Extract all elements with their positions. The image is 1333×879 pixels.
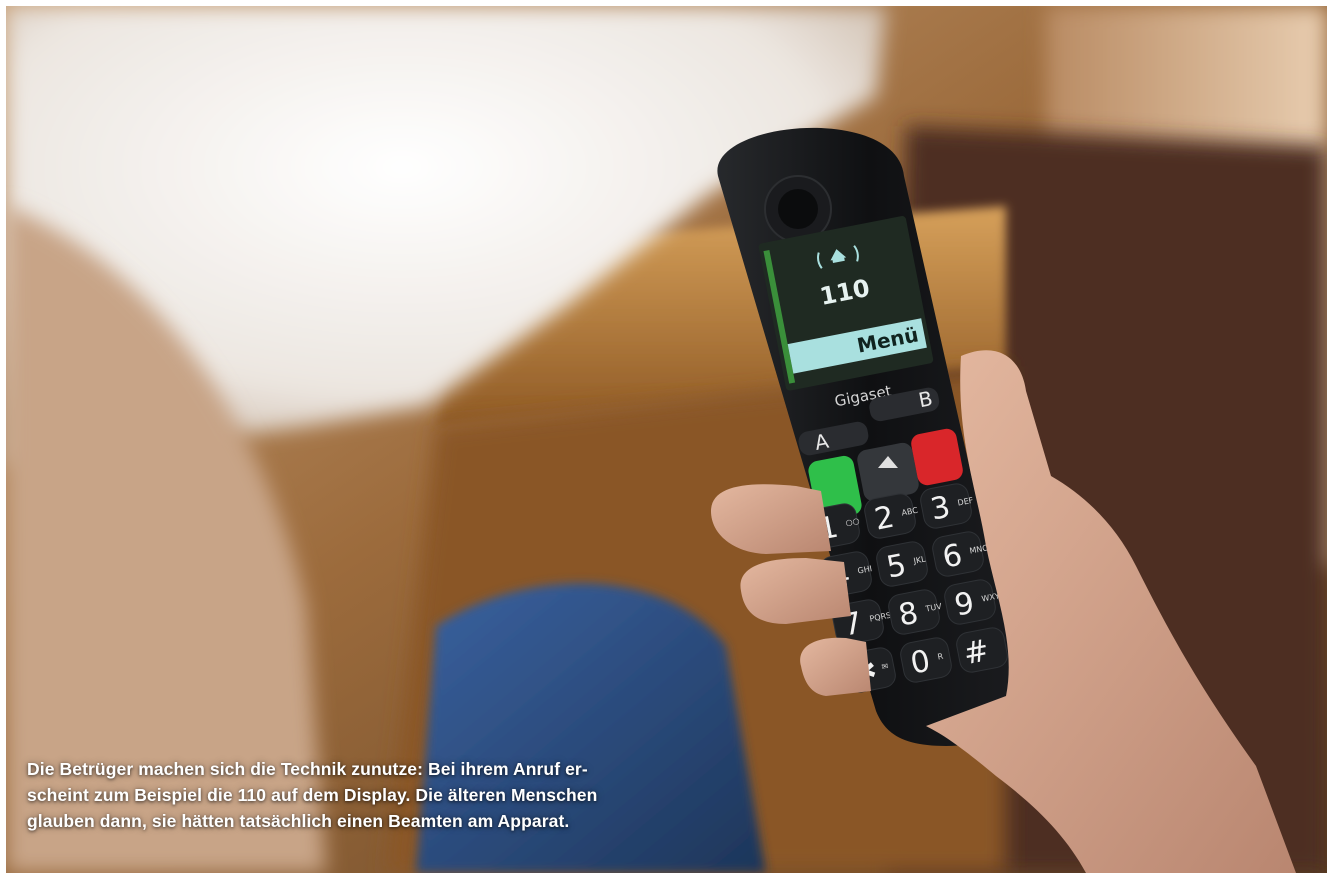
caption-line-3: glauben dann, sie hätten tatsächlich ein… [27, 811, 570, 831]
photo-caption: Die Betrüger machen sich die Technik zun… [27, 756, 767, 834]
caption-line-2: scheint zum Beispiel die 110 auf dem Dis… [27, 785, 598, 805]
caption-line-1: Die Betrüger machen sich die Technik zun… [27, 759, 588, 779]
phone-display: 110 Menü [758, 216, 934, 391]
photo-frame: 110 Menü Gigaset A B 1○○2ABC3DEF4GHI5JKL… [6, 6, 1327, 873]
photo-scene: 110 Menü Gigaset A B 1○○2ABC3DEF4GHI5JKL… [6, 6, 1327, 873]
end-call-button[interactable] [909, 427, 964, 487]
nav-button[interactable] [856, 441, 921, 503]
